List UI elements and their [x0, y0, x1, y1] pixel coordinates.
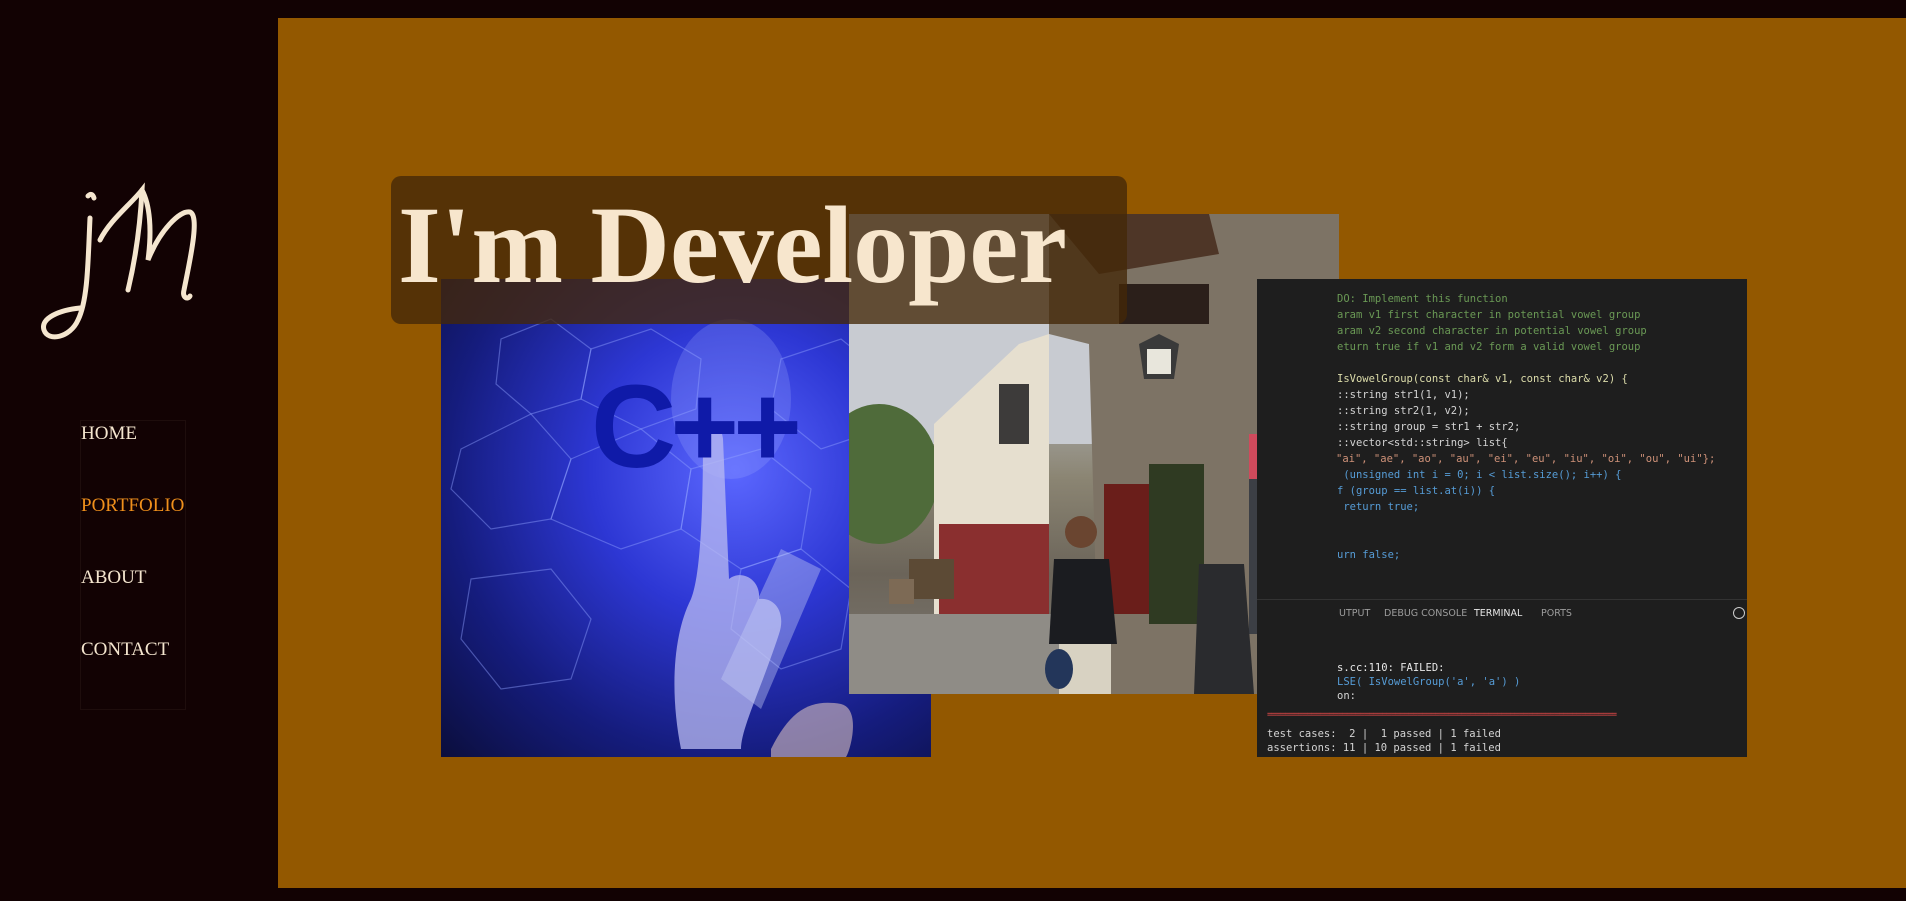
page-title: I'm Developer	[398, 184, 1067, 306]
terminal-line: on:	[1337, 690, 1356, 702]
code-line: aram v2 second character in potential vo…	[1337, 325, 1647, 337]
nav-item-about[interactable]: ABOUT	[81, 565, 185, 637]
code-line: ::string str2(1, v2);	[1337, 405, 1470, 417]
code-line: ::string group = str1 + str2;	[1337, 421, 1521, 433]
jm-logo-icon[interactable]	[30, 170, 205, 345]
nav-item-home[interactable]: HOME	[81, 421, 185, 493]
code-line: DO: Implement this function	[1337, 293, 1508, 305]
code-line: f (group == list.at(i)) {	[1337, 485, 1496, 497]
code-line: return true;	[1337, 501, 1420, 513]
code-line: "ai", "ae", "ao", "au", "ei", "eu", "iu"…	[1336, 453, 1716, 465]
cpp-logo-text: C++	[591, 361, 802, 493]
code-line: urn false;	[1337, 549, 1401, 561]
code-line: aram v1 first character in potential vow…	[1337, 309, 1641, 321]
tab-ports[interactable]: PORTS	[1541, 608, 1572, 619]
tab-terminal[interactable]: TERMINAL	[1474, 608, 1522, 619]
terminal-menu-icon[interactable]	[1733, 607, 1745, 619]
terminal-line: test cases: 2 | 1 passed | 1 failed	[1267, 728, 1501, 740]
main-nav: HOME PORTFOLIO ABOUT CONTACT	[80, 420, 186, 710]
sidebar: HOME PORTFOLIO ABOUT CONTACT	[0, 0, 278, 901]
code-screenshot: DO: Implement this function aram v1 first…	[1257, 279, 1747, 757]
nav-item-contact[interactable]: CONTACT	[81, 637, 185, 709]
terminal-separator: ========================================…	[1267, 710, 1617, 720]
code-line: eturn true if v1 and v2 form a valid vow…	[1337, 341, 1641, 353]
nav-item-portfolio[interactable]: PORTFOLIO	[81, 493, 185, 565]
tab-output[interactable]: UTPUT	[1339, 608, 1370, 619]
main-content: C++ DO: Implement this function aram v1 …	[278, 18, 1906, 888]
code-line: IsVowelGroup(const char& v1, const char&…	[1337, 373, 1628, 385]
code-line: (unsigned int i = 0; i < list.size(); i+…	[1337, 469, 1622, 481]
panel-tab-bar: UTPUT DEBUG CONSOLE TERMINAL PORTS	[1257, 599, 1747, 627]
terminal-line: assertions: 11 | 10 passed | 1 failed	[1267, 742, 1501, 754]
code-line: ::vector<std::string> list{	[1337, 437, 1508, 449]
code-line: ::string str1(1, v1);	[1337, 389, 1470, 401]
terminal-line: s.cc:110: FAILED:	[1337, 662, 1445, 674]
terminal-line: LSE( IsVowelGroup('a', 'a') )	[1337, 676, 1521, 688]
tab-debug-console[interactable]: DEBUG CONSOLE	[1384, 608, 1467, 619]
